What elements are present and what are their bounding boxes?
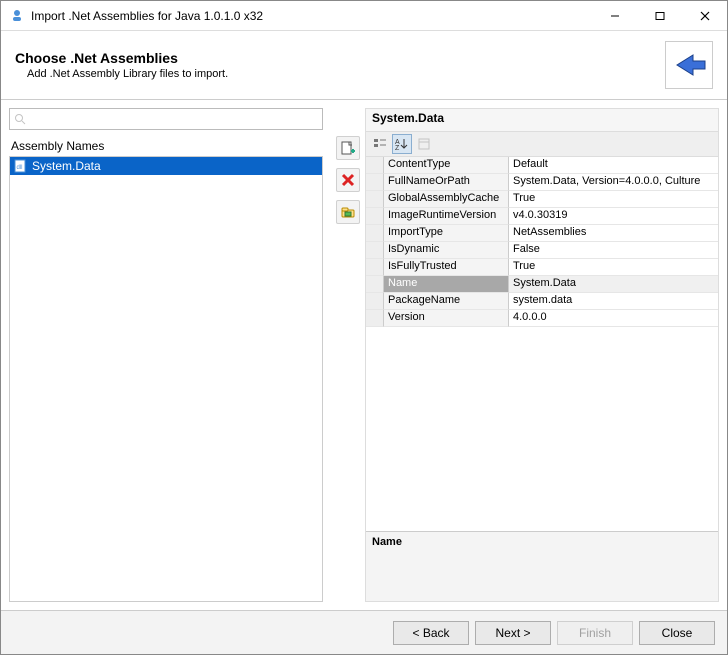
property-grid-container: ContentTypeDefaultFullNameOrPathSystem.D… xyxy=(365,156,719,602)
property-row[interactable]: FullNameOrPathSystem.Data, Version=4.0.0… xyxy=(366,174,718,191)
property-gutter xyxy=(366,191,384,208)
details-title: System.Data xyxy=(365,108,719,131)
banner-description: Add .Net Assembly Library files to impor… xyxy=(15,68,665,80)
property-value[interactable]: 4.0.0.0 xyxy=(509,310,718,327)
property-value[interactable]: NetAssemblies xyxy=(509,225,718,242)
property-row[interactable]: ImportTypeNetAssemblies xyxy=(366,225,718,242)
property-row[interactable]: Version4.0.0.0 xyxy=(366,310,718,327)
property-gutter xyxy=(366,310,384,327)
close-dialog-button[interactable]: Close xyxy=(639,621,715,645)
remove-button[interactable] xyxy=(336,168,360,192)
property-grid[interactable]: ContentTypeDefaultFullNameOrPathSystem.D… xyxy=(366,157,718,531)
assembly-names-header: Assembly Names xyxy=(9,136,323,156)
folder-button[interactable] xyxy=(336,200,360,224)
property-name: ContentType xyxy=(384,157,509,174)
alphabetical-button[interactable]: AZ xyxy=(392,134,412,154)
property-value[interactable]: Default xyxy=(509,157,718,174)
property-value[interactable]: System.Data, Version=4.0.0.0, Culture xyxy=(509,174,718,191)
property-gutter xyxy=(366,259,384,276)
property-row[interactable]: GlobalAssemblyCacheTrue xyxy=(366,191,718,208)
add-file-button[interactable] xyxy=(336,136,360,160)
window-title: Import .Net Assemblies for Java 1.0.1.0 … xyxy=(31,9,592,23)
tree-item[interactable]: dll System.Data xyxy=(10,157,322,175)
property-value[interactable]: True xyxy=(509,259,718,276)
property-name: IsDynamic xyxy=(384,242,509,259)
maximize-button[interactable] xyxy=(637,1,682,30)
property-pages-button[interactable] xyxy=(414,134,434,154)
banner-title: Choose .Net Assemblies xyxy=(15,50,665,66)
property-gutter xyxy=(366,174,384,191)
minimize-button[interactable] xyxy=(592,1,637,30)
titlebar: Import .Net Assemblies for Java 1.0.1.0 … xyxy=(1,1,727,31)
property-value[interactable]: system.data xyxy=(509,293,718,310)
finish-button: Finish xyxy=(557,621,633,645)
property-gutter xyxy=(366,208,384,225)
details-panel: System.Data AZ ContentTypeDefaultFullNam… xyxy=(365,100,727,610)
property-name: ImageRuntimeVersion xyxy=(384,208,509,225)
property-toolbar: AZ xyxy=(365,131,719,156)
categorized-button[interactable] xyxy=(370,134,390,154)
property-name: GlobalAssemblyCache xyxy=(384,191,509,208)
search-box[interactable] xyxy=(9,108,323,130)
property-gutter xyxy=(366,157,384,174)
property-description-pane: Name xyxy=(366,531,718,601)
property-description-title: Name xyxy=(372,536,712,548)
wizard-banner: Choose .Net Assemblies Add .Net Assembly… xyxy=(1,31,727,100)
back-button[interactable]: < Back xyxy=(393,621,469,645)
search-input[interactable] xyxy=(26,112,318,126)
close-button[interactable] xyxy=(682,1,727,30)
property-name: Version xyxy=(384,310,509,327)
next-button[interactable]: Next > xyxy=(475,621,551,645)
left-panel: Assembly Names dll System.Data xyxy=(1,100,331,610)
property-value[interactable]: False xyxy=(509,242,718,259)
property-row[interactable]: IsFullyTrustedTrue xyxy=(366,259,718,276)
banner-back-arrow-icon xyxy=(665,41,713,89)
action-toolbar xyxy=(331,100,365,610)
property-name: PackageName xyxy=(384,293,509,310)
svg-text:Z: Z xyxy=(395,145,400,151)
property-value[interactable]: True xyxy=(509,191,718,208)
property-value[interactable]: System.Data xyxy=(509,276,718,293)
svg-text:dll: dll xyxy=(17,165,23,171)
property-row[interactable]: PackageNamesystem.data xyxy=(366,293,718,310)
property-name: ImportType xyxy=(384,225,509,242)
property-gutter xyxy=(366,293,384,310)
tree-item-label: System.Data xyxy=(32,159,101,173)
assembly-tree[interactable]: dll System.Data xyxy=(9,156,323,602)
window-buttons xyxy=(592,1,727,30)
property-gutter xyxy=(366,276,384,293)
main-content: Assembly Names dll System.Data System.Dat… xyxy=(1,100,727,610)
property-gutter xyxy=(366,225,384,242)
property-row[interactable]: IsDynamicFalse xyxy=(366,242,718,259)
property-row[interactable]: ContentTypeDefault xyxy=(366,157,718,174)
property-row[interactable]: ImageRuntimeVersionv4.0.30319 xyxy=(366,208,718,225)
app-icon xyxy=(9,8,25,24)
property-gutter xyxy=(366,242,384,259)
search-icon xyxy=(14,113,26,125)
wizard-button-bar: < Back Next > Finish Close xyxy=(1,610,727,654)
property-row[interactable]: NameSystem.Data xyxy=(366,276,718,293)
property-value[interactable]: v4.0.30319 xyxy=(509,208,718,225)
assembly-file-icon: dll xyxy=(14,159,28,173)
property-name: FullNameOrPath xyxy=(384,174,509,191)
property-name: IsFullyTrusted xyxy=(384,259,509,276)
property-name: Name xyxy=(384,276,509,293)
